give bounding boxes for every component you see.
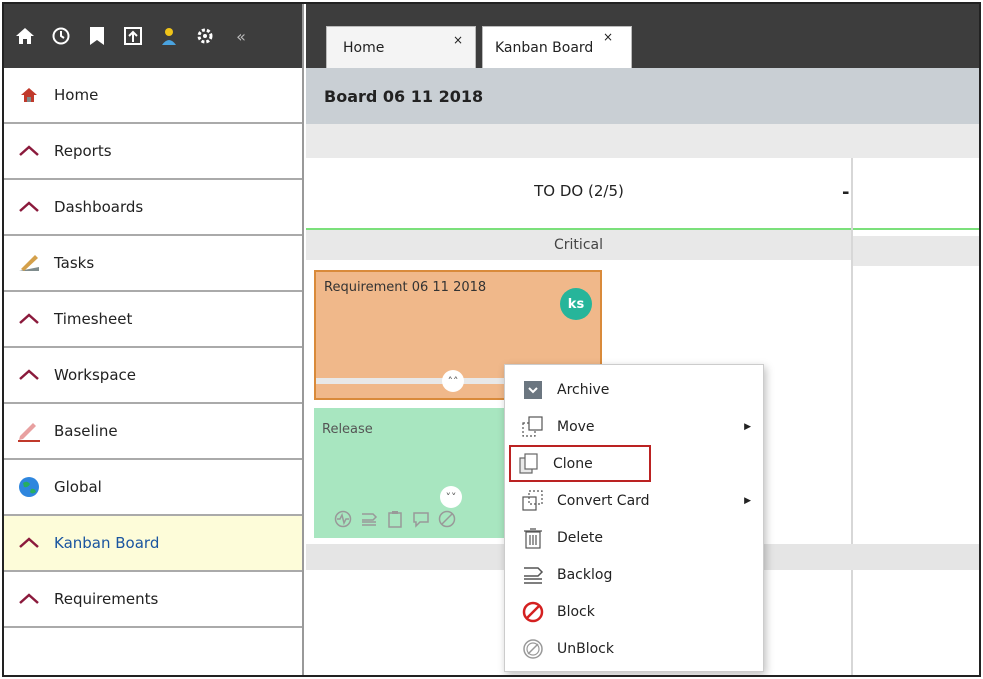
archive-icon: [521, 378, 545, 402]
unblock-icon: [521, 637, 545, 661]
block-icon: [521, 600, 545, 624]
chevron-up-icon: [16, 141, 42, 161]
sidebar-item-label: Home: [54, 86, 99, 104]
menu-item-backlog[interactable]: Backlog: [505, 556, 763, 593]
submenu-arrow-icon: ▶: [744, 421, 751, 432]
chevron-double-up-icon[interactable]: ˄˄: [442, 370, 464, 392]
sidebar-item-label: Global: [54, 478, 102, 496]
menu-item-label: Backlog: [557, 566, 613, 583]
tab-bar: Home × Kanban Board ×: [306, 4, 979, 68]
tab-kanban-board[interactable]: Kanban Board ×: [482, 26, 632, 68]
menu-item-label: Archive: [557, 381, 610, 398]
chevron-double-down-icon[interactable]: ˅˅: [440, 486, 462, 508]
convert-icon: [521, 489, 545, 513]
backlog-icon: [521, 563, 545, 587]
menu-item-archive[interactable]: Archive: [505, 371, 763, 408]
sidebar-item-home[interactable]: Home: [4, 68, 302, 124]
sidebar-item-label: Requirements: [54, 590, 159, 608]
sidebar-toolbar: «: [4, 4, 302, 68]
collapse-sidebar-icon[interactable]: «: [230, 25, 252, 47]
unblock-icon[interactable]: [438, 510, 456, 532]
menu-item-block[interactable]: Block: [505, 593, 763, 630]
tab-label: Kanban Board: [495, 39, 594, 56]
sidebar-item-timesheet[interactable]: Timesheet: [4, 292, 302, 348]
sidebar-item-dashboards[interactable]: Dashboards: [4, 180, 302, 236]
chevron-up-icon: [16, 197, 42, 217]
card-title: Release: [322, 422, 373, 437]
bookmark-icon[interactable]: [86, 25, 108, 47]
tasks-icon: [16, 253, 42, 273]
tab-home[interactable]: Home ×: [326, 26, 476, 68]
sidebar-item-label: Reports: [54, 142, 112, 160]
board-toolbar-strip: [306, 124, 979, 158]
chevron-up-icon: [16, 365, 42, 385]
menu-item-label: Delete: [557, 529, 603, 546]
home-nav-icon: [16, 85, 42, 105]
chevron-up-icon: [16, 533, 42, 553]
sidebar-item-label: Dashboards: [54, 198, 144, 216]
sidebar-item-label: Tasks: [54, 254, 95, 272]
pencil-icon: [16, 421, 42, 442]
comment-icon[interactable]: [412, 510, 430, 532]
card-title: Requirement 06 11 2018: [324, 280, 487, 295]
sidebar-item-label: Kanban Board: [54, 534, 160, 552]
clipboard-icon[interactable]: [386, 510, 404, 532]
column-title: TO DO (2/5): [534, 182, 624, 200]
export-icon[interactable]: [122, 25, 144, 47]
clone-icon: [517, 452, 541, 476]
swimlane-header: Critical: [306, 230, 851, 260]
settings-icon[interactable]: [194, 25, 216, 47]
sidebar-item-label: Baseline: [54, 422, 118, 440]
move-icon: [521, 415, 545, 439]
card-context-menu: Archive Move ▶ Clone Convert Card ▶ Dele…: [504, 364, 764, 672]
menu-item-label: Convert Card: [557, 492, 650, 509]
chevron-up-icon: [16, 309, 42, 329]
activity-icon[interactable]: [334, 510, 352, 532]
sidebar: « Home Reports Dashboards Tasks Timeshee…: [4, 4, 304, 675]
menu-item-label: UnBlock: [557, 640, 614, 657]
column-header: TO DO (2/5) -: [306, 158, 979, 230]
menu-item-delete[interactable]: Delete: [505, 519, 763, 556]
menu-item-label: Clone: [553, 455, 593, 472]
menu-item-label: Move: [557, 418, 595, 435]
menu-item-clone[interactable]: Clone: [509, 445, 651, 482]
user-icon[interactable]: [158, 25, 180, 47]
swimlane-header-right: [853, 236, 979, 266]
backlog-icon[interactable]: [360, 510, 378, 532]
sidebar-item-workspace[interactable]: Workspace: [4, 348, 302, 404]
sidebar-item-baseline[interactable]: Baseline: [4, 404, 302, 460]
menu-item-label: Block: [557, 603, 595, 620]
menu-item-move[interactable]: Move ▶: [505, 408, 763, 445]
collapse-column-button[interactable]: -: [842, 182, 849, 203]
history-icon[interactable]: [50, 25, 72, 47]
sidebar-item-label: Timesheet: [54, 310, 133, 328]
tab-label: Home: [343, 39, 385, 56]
column-divider: [851, 158, 853, 675]
app-window: « Home Reports Dashboards Tasks Timeshee…: [2, 2, 981, 677]
close-icon[interactable]: ×: [453, 33, 463, 47]
menu-item-convert-card[interactable]: Convert Card ▶: [505, 482, 763, 519]
sidebar-item-requirements[interactable]: Requirements: [4, 572, 302, 628]
sidebar-item-reports[interactable]: Reports: [4, 124, 302, 180]
submenu-arrow-icon: ▶: [744, 495, 751, 506]
board-title: Board 06 11 2018: [306, 68, 979, 124]
sidebar-item-global[interactable]: Global: [4, 460, 302, 516]
chevron-up-icon: [16, 589, 42, 609]
home-icon[interactable]: [14, 25, 36, 47]
sidebar-item-kanban-board[interactable]: Kanban Board: [4, 516, 302, 572]
trash-icon: [521, 526, 545, 550]
menu-item-unblock[interactable]: UnBlock: [505, 630, 763, 667]
sidebar-item-tasks[interactable]: Tasks: [4, 236, 302, 292]
globe-icon: [16, 477, 42, 497]
avatar[interactable]: ks: [560, 288, 592, 320]
sidebar-item-label: Workspace: [54, 366, 136, 384]
close-icon[interactable]: ×: [603, 30, 613, 44]
card-actions: [334, 510, 456, 532]
